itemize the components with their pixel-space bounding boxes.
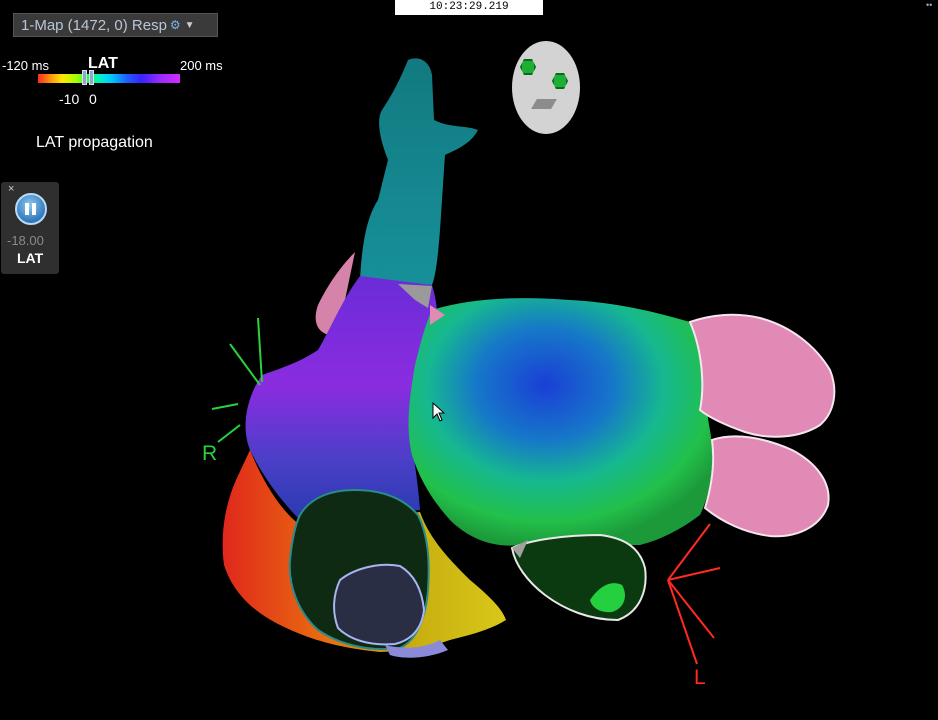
mapping-viewport[interactable]: 1-Map (1472, 0) Resp ⚙ ▼ 10:23:29.219 13… [0, 0, 938, 720]
respiration-gating-icon: ⚙ [169, 18, 181, 32]
nose-icon [531, 99, 557, 109]
lat-window-low-value: -10 [59, 91, 80, 107]
map-selector-dropdown[interactable]: 1-Map (1472, 0) Resp ⚙ ▼ [13, 13, 218, 37]
lat-window-low-handle[interactable] [82, 70, 87, 85]
lat-window-high-handle[interactable] [89, 70, 94, 85]
3d-heart-map[interactable] [0, 0, 938, 720]
pause-icon [25, 203, 29, 215]
map-selector-label: 1-Map (1472, 0) Resp [21, 16, 167, 34]
left-orientation-marker: L [694, 666, 706, 689]
pause-button[interactable] [15, 193, 47, 225]
left-eye-icon [520, 59, 536, 75]
lat-window-high-value: 0 [89, 91, 97, 107]
close-icon[interactable]: × [8, 183, 14, 195]
chevron-down-icon: ▼ [184, 19, 195, 31]
mouse-pointer-icon [432, 402, 446, 422]
left-atrium [408, 298, 713, 546]
lat-min-label: -120 ms [2, 58, 49, 73]
pulmonary-vein-lower [703, 435, 830, 538]
mitral-valve-opening [510, 533, 647, 622]
superior-vena-cava [360, 58, 478, 285]
right-eye-icon [552, 73, 568, 89]
propagation-control-panel: × -18.00 LAT [1, 182, 59, 274]
right-atrium [245, 276, 437, 520]
corner-indicator-icon: •• [926, 0, 933, 10]
pulmonary-vein-upper [688, 313, 836, 438]
lat-color-scale[interactable] [38, 74, 180, 83]
propagation-label: LAT propagation [36, 134, 153, 151]
propagation-unit-label: LAT [17, 250, 44, 266]
inferior-vena-cava-opening [333, 563, 426, 646]
lat-max-label: 200 ms [180, 58, 223, 73]
orientation-head-icon[interactable] [512, 41, 580, 134]
propagation-current-value: -18.00 [7, 233, 44, 248]
pause-icon-bar [32, 203, 36, 215]
timestamp: 10:23:29.219 13.12.2024 [395, 0, 543, 28]
right-orientation-marker: R [202, 442, 218, 465]
left-orientation-lines [667, 523, 721, 665]
